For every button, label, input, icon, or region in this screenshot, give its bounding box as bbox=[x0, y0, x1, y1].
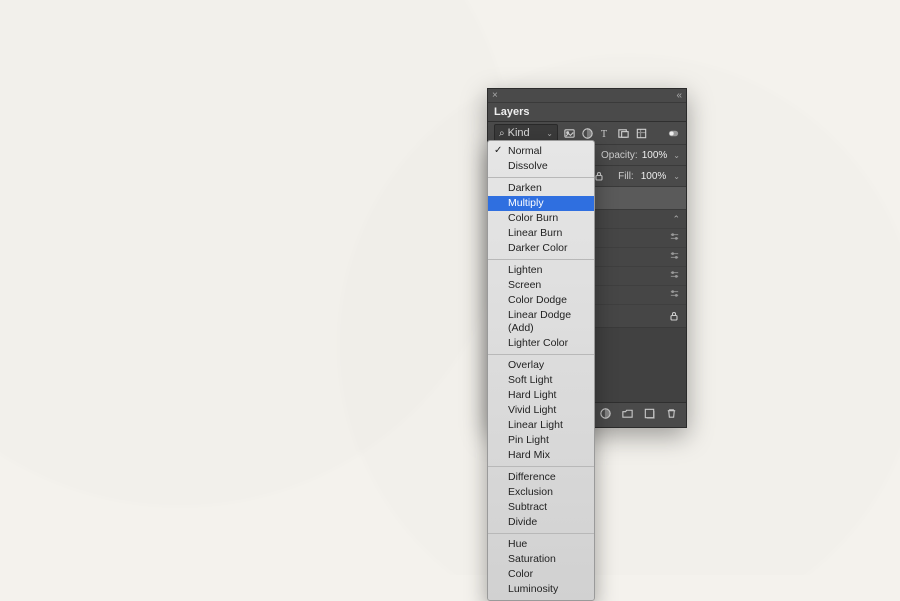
panel-tabrow: Layers bbox=[488, 103, 686, 122]
blend-mode-option[interactable]: Subtract bbox=[488, 500, 594, 515]
close-icon[interactable]: × bbox=[492, 91, 498, 101]
blend-mode-option[interactable]: Vivid Light bbox=[488, 403, 594, 418]
panel-titlebar: × « bbox=[488, 89, 686, 103]
filter-toggle-icon[interactable] bbox=[667, 127, 680, 140]
blend-mode-option[interactable]: Color Dodge bbox=[488, 293, 594, 308]
blend-mode-option[interactable]: Color Burn bbox=[488, 211, 594, 226]
slider-icon[interactable] bbox=[669, 231, 680, 245]
fill-value[interactable]: 100% bbox=[641, 171, 667, 182]
blend-mode-option[interactable]: Lighter Color bbox=[488, 336, 594, 351]
slider-icon[interactable] bbox=[669, 288, 680, 302]
chevron-down-icon[interactable]: ⌄ bbox=[673, 151, 680, 160]
blend-mode-option[interactable]: Lighten bbox=[488, 263, 594, 278]
new-layer-icon[interactable] bbox=[643, 407, 656, 423]
blend-mode-option[interactable]: Pin Light bbox=[488, 433, 594, 448]
blend-mode-option[interactable]: Darker Color bbox=[488, 241, 594, 256]
chevron-down-icon[interactable]: ⌄ bbox=[673, 172, 680, 181]
blend-mode-option[interactable]: Luminosity bbox=[488, 582, 594, 597]
collapse-icon[interactable]: « bbox=[676, 90, 682, 101]
blend-mode-option[interactable]: Linear Burn bbox=[488, 226, 594, 241]
chevron-up-icon[interactable]: ⌃ bbox=[672, 214, 680, 225]
slider-icon[interactable] bbox=[669, 269, 680, 283]
blend-mode-option[interactable]: Linear Light bbox=[488, 418, 594, 433]
trash-icon[interactable] bbox=[665, 407, 678, 423]
svg-text:T: T bbox=[601, 129, 608, 140]
search-icon: ⌕ bbox=[499, 128, 505, 139]
group-icon[interactable] bbox=[621, 407, 634, 423]
filter-pixel-icon[interactable] bbox=[563, 127, 576, 140]
tab-layers[interactable]: Layers bbox=[494, 106, 529, 118]
blend-mode-option[interactable]: Soft Light bbox=[488, 373, 594, 388]
fill-label: Fill: bbox=[618, 171, 634, 182]
blend-mode-option[interactable]: Hard Light bbox=[488, 388, 594, 403]
chevron-down-icon: ⌄ bbox=[546, 129, 553, 138]
filter-adjust-icon[interactable] bbox=[581, 127, 594, 140]
opacity-label: Opacity: bbox=[601, 150, 638, 161]
blend-mode-option[interactable]: Linear Dodge (Add) bbox=[488, 308, 594, 336]
blend-mode-option[interactable]: Overlay bbox=[488, 358, 594, 373]
lock-icon bbox=[668, 310, 680, 322]
blend-mode-option[interactable]: Screen bbox=[488, 278, 594, 293]
blend-mode-option[interactable]: Darken bbox=[488, 181, 594, 196]
blend-mode-option[interactable]: Divide bbox=[488, 515, 594, 530]
opacity-value[interactable]: 100% bbox=[642, 150, 668, 161]
blend-mode-option[interactable]: Hue bbox=[488, 537, 594, 552]
blend-mode-option[interactable]: Hard Mix bbox=[488, 448, 594, 463]
blend-mode-dropdown[interactable]: NormalDissolveDarkenMultiplyColor BurnLi… bbox=[487, 140, 595, 601]
blend-mode-option[interactable]: Difference bbox=[488, 470, 594, 485]
slider-icon[interactable] bbox=[669, 250, 680, 264]
blend-mode-option[interactable]: Dissolve bbox=[488, 159, 594, 174]
blend-mode-option[interactable]: Exclusion bbox=[488, 485, 594, 500]
filter-shape-icon[interactable] bbox=[617, 127, 630, 140]
blend-mode-option[interactable]: Multiply bbox=[488, 196, 594, 211]
kind-label: Kind bbox=[508, 127, 530, 139]
adjustment-icon[interactable] bbox=[599, 407, 612, 423]
filter-type-icon[interactable]: T bbox=[599, 127, 612, 140]
blend-mode-option[interactable]: Normal bbox=[488, 144, 594, 159]
blend-mode-option[interactable]: Saturation bbox=[488, 552, 594, 567]
filter-smart-icon[interactable] bbox=[635, 127, 648, 140]
